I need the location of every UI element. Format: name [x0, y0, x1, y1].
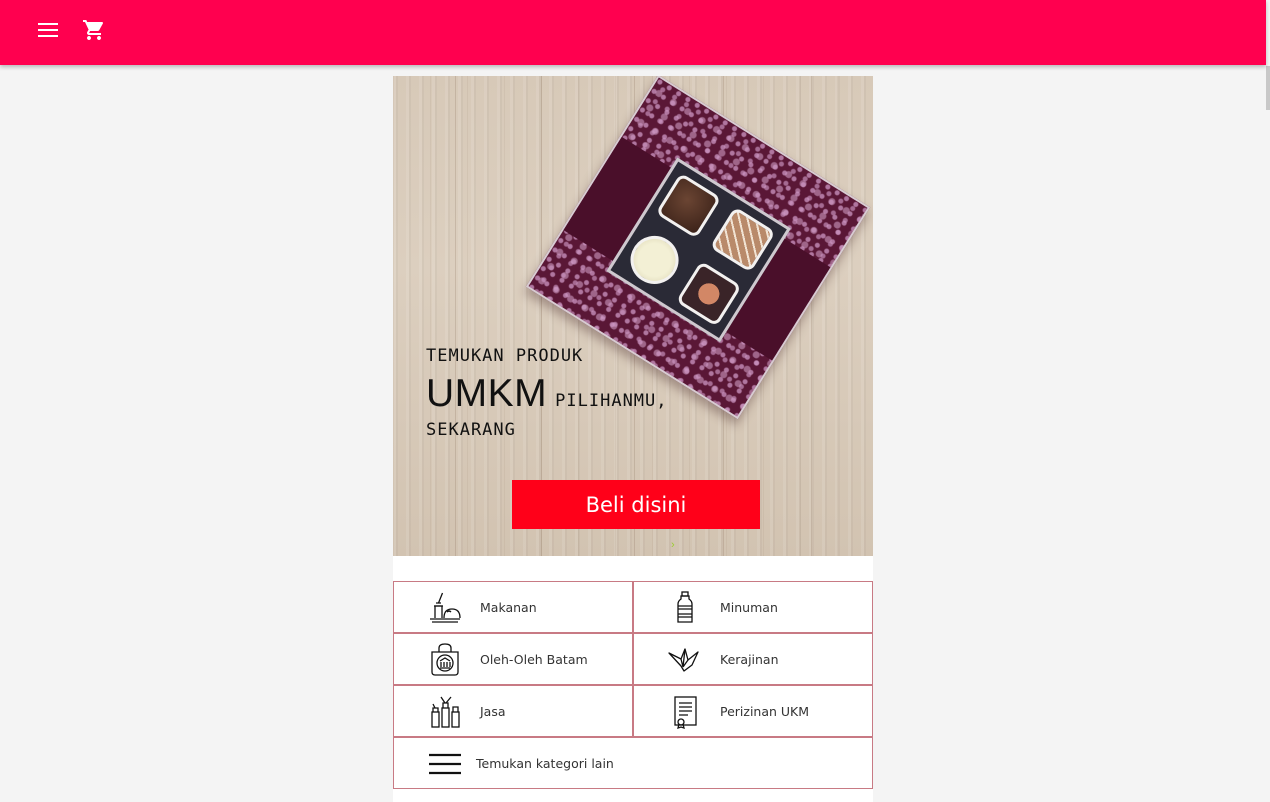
category-label: Perizinan UKM: [720, 703, 810, 719]
service-tools-icon: [431, 696, 460, 728]
shopping-cart-icon[interactable]: [82, 18, 106, 42]
hero-line-1: TEMUKAN PRODUK: [426, 346, 584, 366]
main-content: TEMUKAN PRODUK UMKM PILIHANMU, SEKARANG …: [393, 76, 873, 802]
category-label: Jasa: [480, 703, 506, 719]
category-label: Oleh-Oleh Batam: [480, 651, 588, 667]
carousel-indicator[interactable]: ›: [671, 539, 675, 551]
category-minuman[interactable]: Minuman: [633, 581, 873, 633]
gift-bag-icon: [431, 643, 459, 676]
hero-big-word: UMKM: [426, 372, 548, 415]
category-label: Minuman: [720, 599, 778, 615]
origami-bird-icon: [668, 648, 699, 672]
category-more[interactable]: Temukan kategori lain: [393, 737, 873, 789]
certificate-icon: [674, 696, 697, 729]
scrollbar-thumb[interactable]: [1266, 66, 1270, 110]
bottle-icon: [677, 591, 693, 623]
category-jasa[interactable]: Jasa: [393, 685, 633, 737]
category-oleh-oleh-batam[interactable]: Oleh-Oleh Batam: [393, 633, 633, 685]
menu-icon[interactable]: [36, 18, 60, 42]
category-label: Kerajinan: [720, 651, 779, 667]
category-kerajinan[interactable]: Kerajinan: [633, 633, 873, 685]
hero-line-2: PILIHANMU,: [555, 391, 668, 411]
hero-banner: TEMUKAN PRODUK UMKM PILIHANMU, SEKARANG …: [393, 76, 873, 556]
category-label: Makanan: [480, 599, 537, 615]
top-app-bar: [0, 0, 1266, 65]
hero-line-3: SEKARANG: [426, 420, 516, 440]
category-makanan[interactable]: Makanan: [393, 581, 633, 633]
hero-headline: TEMUKAN PRODUK UMKM PILIHANMU, SEKARANG: [426, 346, 668, 440]
category-label: Temukan kategori lain: [476, 755, 614, 771]
hamburger-icon: [429, 753, 461, 775]
food-tray-icon: [430, 592, 461, 623]
buy-here-button[interactable]: Beli disini: [512, 480, 760, 529]
page-scrollbar[interactable]: [1266, 0, 1270, 802]
category-perizinan-ukm[interactable]: Perizinan UKM: [633, 685, 873, 737]
